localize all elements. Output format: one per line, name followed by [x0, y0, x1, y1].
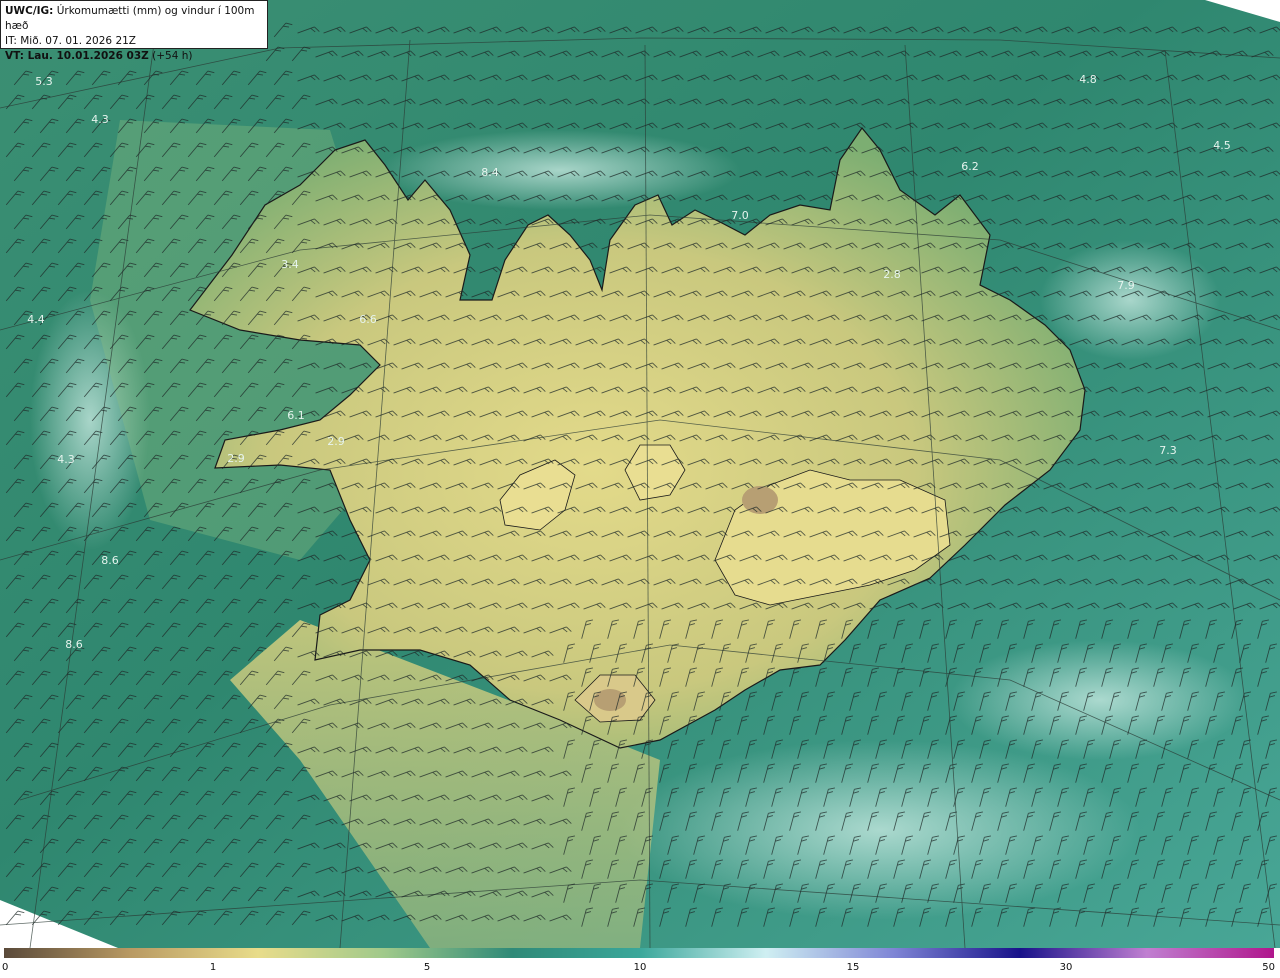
colorbar-ticks: 0 1 5 10 15 30 50 [0, 962, 1280, 976]
map-canvas: 5.3 4.3 4.8 4.5 6.2 8.4 7.0 3.4 2.8 7.9 4.4 6.6 6.1 2… [0, 0, 1280, 948]
valid-line: VT: Lau. 10.01.2026 03Z (+54 h) [5, 49, 263, 64]
precip-value-label: 2.8 [883, 268, 901, 281]
colorbar-gradient [4, 948, 1274, 958]
precip-value-label: 3.4 [281, 258, 299, 271]
colorbar-tick-label: 0 [2, 962, 9, 973]
colorbar-tick-label: 5 [423, 962, 431, 973]
precip-value-label: 2.9 [227, 452, 245, 465]
precip-value-label: 2.9 [327, 435, 345, 448]
precip-band-south [620, 740, 1140, 920]
colorbar [4, 948, 1274, 958]
precip-band-southeast [950, 640, 1250, 760]
precip-value-label: 8.6 [65, 638, 83, 651]
colorbar-tick-label: 30 [1059, 962, 1073, 973]
colorbar-tick-label: 15 [846, 962, 860, 973]
product-prefix: UWC/IG: [5, 5, 54, 17]
colorbar-tick-label: 1 [209, 962, 217, 973]
valid-time: VT: Lau. 10.01.2026 03Z [5, 50, 149, 62]
init-time: IT: Mið. 07. 01. 2026 21Z [5, 35, 136, 47]
precip-value-label: 4.3 [57, 453, 75, 466]
colorbar-tick-label: 50 [1262, 962, 1275, 973]
precip-value-label: 8.6 [101, 554, 119, 567]
precip-value-label: 7.3 [1159, 444, 1177, 457]
valid-lead: (+54 h) [152, 50, 193, 62]
colorbar-tick-label: 10 [633, 962, 647, 973]
product-line: UWC/IG: Úrkomumætti (mm) og vindur í 100… [5, 4, 263, 34]
precip-value-label: 7.0 [731, 209, 749, 222]
precip-value-label: 4.3 [91, 113, 109, 126]
precip-value-label: 6.2 [961, 160, 979, 173]
precip-value-label: 7.9 [1117, 279, 1135, 292]
precip-value-label: 4.4 [27, 313, 45, 326]
precip-value-label: 6.6 [359, 313, 377, 326]
header-info-box: UWC/IG: Úrkomumætti (mm) og vindur í 100… [0, 0, 268, 62]
precip-value-label: 8.4 [481, 166, 499, 179]
precip-value-label: 4.5 [1213, 139, 1231, 152]
precip-value-label: 6.1 [287, 409, 305, 422]
map-area: 5.3 4.3 4.8 4.5 6.2 8.4 7.0 3.4 2.8 7.9 4.4 6.6 6.1 2… [0, 0, 1280, 948]
precip-value-label: 5.3 [35, 75, 53, 88]
precip-value-label: 4.8 [1079, 73, 1097, 86]
